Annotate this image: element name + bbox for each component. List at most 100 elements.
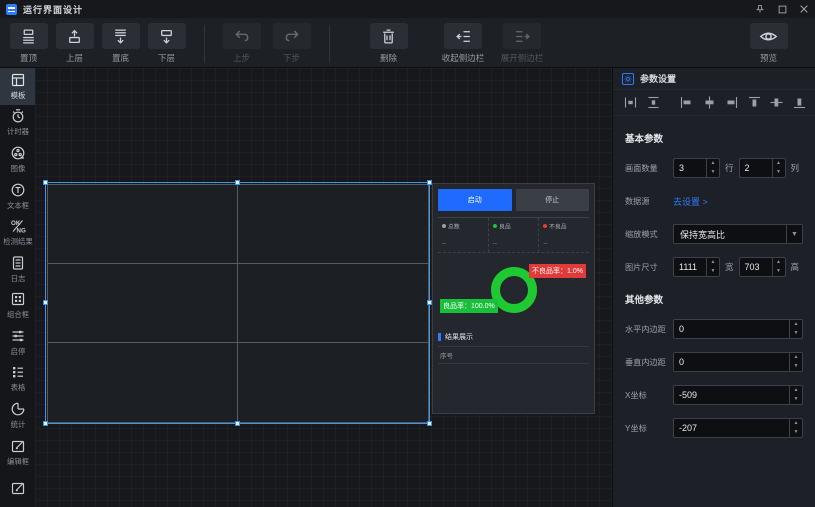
resize-handle[interactable] xyxy=(43,180,48,185)
distribute-horizontal-icon[interactable] xyxy=(624,96,637,109)
sidebar-item-result[interactable]: OK NG 检测结果 xyxy=(0,214,35,251)
pin-icon[interactable] xyxy=(749,0,771,18)
image-width-input[interactable]: 1111 ▲▼ xyxy=(673,257,720,277)
v-padding-label: 垂直内边距 xyxy=(625,356,671,368)
stat-label: 不良品 xyxy=(549,222,567,231)
align-top-icon[interactable] xyxy=(748,96,761,109)
sidebar-item-image[interactable]: 图像 xyxy=(0,141,35,178)
align-center-horizontal-icon[interactable] xyxy=(703,96,716,109)
selected-image-grid-widget[interactable] xyxy=(45,182,430,424)
sidebar-item-timer[interactable]: 计时器 xyxy=(0,105,35,142)
sidebar-item-inputbox[interactable] xyxy=(0,470,35,507)
chevron-down-icon: ▼ xyxy=(786,225,802,243)
redo-button[interactable]: 下步 xyxy=(269,23,314,64)
image-height-value: 703 xyxy=(740,258,772,276)
rows-spinner[interactable]: ▲▼ xyxy=(706,159,719,177)
bring-to-front-button[interactable]: 置顶 xyxy=(6,23,51,64)
cols-input[interactable]: 2 ▲▼ xyxy=(739,158,786,178)
design-canvas[interactable]: 启动 停止 总数 -- 良品 -- 不良品 -- 不良品率：1.0% xyxy=(35,68,612,507)
undo-button[interactable]: 上步 xyxy=(219,23,264,64)
h-padding-spinner[interactable]: ▲▼ xyxy=(789,320,802,338)
resize-handle[interactable] xyxy=(427,180,432,185)
toolbar-separator xyxy=(329,25,330,63)
rows-input[interactable]: 3 ▲▼ xyxy=(673,158,720,178)
h-padding-label: 水平内边距 xyxy=(625,323,671,335)
send-to-back-button[interactable]: 置底 xyxy=(98,23,143,64)
x-coord-input[interactable]: -509 ▲▼ xyxy=(673,385,803,405)
sidebar-item-textbox[interactable]: 文本框 xyxy=(0,178,35,215)
sidebar-item-label: 表格 xyxy=(10,383,25,393)
y-coord-input[interactable]: -207 ▲▼ xyxy=(673,418,803,438)
image-cell[interactable] xyxy=(237,342,429,422)
total-dot-icon xyxy=(442,224,446,228)
sidebar-item-template[interactable]: 模板 xyxy=(0,68,35,105)
sidebar-item-combobox[interactable]: 组合框 xyxy=(0,287,35,324)
app-logo-icon xyxy=(6,4,17,15)
layer-down-label: 下层 xyxy=(158,52,175,64)
image-width-value: 1111 xyxy=(674,258,706,276)
image-cell[interactable] xyxy=(237,184,429,264)
cols-spinner[interactable]: ▲▼ xyxy=(772,159,785,177)
resize-handle[interactable] xyxy=(427,421,432,426)
align-bottom-icon[interactable] xyxy=(793,96,806,109)
align-right-icon[interactable] xyxy=(725,96,738,109)
image-cell[interactable] xyxy=(47,342,239,422)
resize-handle[interactable] xyxy=(235,180,240,185)
sidebar-item-editbox[interactable]: 编辑框 xyxy=(0,434,35,471)
collapse-sidebar-button[interactable]: 收起侧边栏 xyxy=(434,23,492,64)
maximize-icon[interactable] xyxy=(771,0,793,18)
align-middle-vertical-icon[interactable] xyxy=(770,96,783,109)
scale-mode-select[interactable]: 保持宽高比 ▼ xyxy=(673,224,803,244)
x-coord-spinner[interactable]: ▲▼ xyxy=(789,386,802,404)
sidebar-item-table[interactable]: 表格 xyxy=(0,361,35,398)
image-cell[interactable] xyxy=(47,263,239,343)
result-section-title: 结果展示 xyxy=(445,332,473,342)
image-width-spinner[interactable]: ▲▼ xyxy=(706,258,719,276)
preview-button[interactable]: 预览 xyxy=(746,23,791,64)
scale-mode-label: 缩放模式 xyxy=(625,228,671,240)
image-cell[interactable] xyxy=(47,184,239,264)
h-padding-input[interactable]: 0 ▲▼ xyxy=(673,319,803,339)
expand-sidebar-button[interactable]: 展开侧边栏 xyxy=(493,23,551,64)
edit-icon xyxy=(10,438,26,454)
resize-handle[interactable] xyxy=(43,300,48,305)
parameter-inspector: 参数设置 xyxy=(612,68,815,507)
v-padding-input[interactable]: 0 ▲▼ xyxy=(673,352,803,372)
screen-count-label: 画面数量 xyxy=(625,162,671,174)
delete-button[interactable]: 删除 xyxy=(366,23,411,64)
stat-label: 良品 xyxy=(499,222,511,231)
sidebar-item-label: 编辑框 xyxy=(6,456,28,466)
stat-value: -- xyxy=(543,240,589,247)
image-cell[interactable] xyxy=(237,263,429,343)
log-icon xyxy=(10,255,26,271)
resize-handle[interactable] xyxy=(427,300,432,305)
bring-to-front-label: 置顶 xyxy=(20,52,37,64)
layer-up-button[interactable]: 上层 xyxy=(52,23,97,64)
scale-mode-row: 缩放模式 保持宽高比 ▼ xyxy=(625,224,803,244)
sidebar-item-label: 模板 xyxy=(10,90,25,100)
template-icon xyxy=(10,72,26,88)
start-button[interactable]: 启动 xyxy=(438,189,512,211)
distribute-vertical-icon[interactable] xyxy=(647,96,660,109)
resize-handle[interactable] xyxy=(235,421,240,426)
edit-icon xyxy=(10,480,26,496)
align-left-icon[interactable] xyxy=(680,96,693,109)
scale-mode-value: 保持宽高比 xyxy=(674,228,786,241)
image-height-input[interactable]: 703 ▲▼ xyxy=(739,257,786,277)
y-coord-spinner[interactable]: ▲▼ xyxy=(789,419,802,437)
layer-down-icon xyxy=(158,28,175,45)
v-padding-spinner[interactable]: ▲▼ xyxy=(789,353,802,371)
stop-button[interactable]: 停止 xyxy=(516,189,590,211)
sidebar-item-log[interactable]: 日志 xyxy=(0,251,35,288)
layer-down-button[interactable]: 下层 xyxy=(144,23,189,64)
good-dot-icon xyxy=(493,224,497,228)
collapse-sidebar-icon xyxy=(455,28,472,45)
close-icon[interactable] xyxy=(793,0,815,18)
sidebar-item-statistics[interactable]: 统计 xyxy=(0,397,35,434)
resize-handle[interactable] xyxy=(43,421,48,426)
stat-value: -- xyxy=(442,240,488,247)
sidebar-item-startstop[interactable]: 启停 xyxy=(0,324,35,361)
runtime-control-panel[interactable]: 启动 停止 总数 -- 良品 -- 不良品 -- 不良品率：1.0% xyxy=(432,183,595,414)
go-to-settings-link[interactable]: 去设置 > xyxy=(673,195,708,208)
image-height-spinner[interactable]: ▲▼ xyxy=(772,258,785,276)
